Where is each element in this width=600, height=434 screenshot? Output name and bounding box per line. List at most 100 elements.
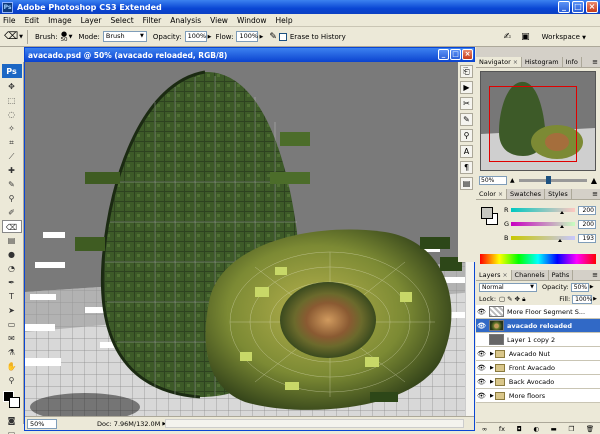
- shape-tool-icon[interactable]: ▭: [2, 318, 22, 331]
- paragraph-panel-icon[interactable]: ¶: [460, 161, 473, 174]
- photoshop-app-icon[interactable]: Ps: [2, 1, 13, 13]
- mode-select[interactable]: Brush ▼: [102, 31, 147, 42]
- lasso-tool-icon[interactable]: ◌: [2, 108, 22, 121]
- tool-presets-icon[interactable]: ✂: [460, 97, 473, 110]
- gradient-tool-icon[interactable]: ▤: [2, 234, 22, 247]
- layer-comps-icon[interactable]: ▤: [460, 177, 473, 190]
- brush-tool-icon[interactable]: ✎: [2, 178, 22, 191]
- tab-styles[interactable]: Styles: [545, 189, 572, 199]
- photoshop-logo[interactable]: Ps: [1, 64, 22, 78]
- flow-field[interactable]: 100%: [236, 31, 259, 42]
- navigator-zoom-field[interactable]: 50%: [479, 175, 507, 185]
- opacity-field[interactable]: 100%: [184, 31, 207, 42]
- layer-row[interactable]: Layer 1 copy 2: [476, 333, 600, 347]
- type-tool-icon[interactable]: T: [2, 290, 22, 303]
- new-layer-icon[interactable]: ❐: [568, 425, 574, 433]
- color-swatches[interactable]: [0, 391, 23, 413]
- channel-b-value[interactable]: 193: [578, 233, 596, 243]
- menu-analysis[interactable]: Analysis: [170, 16, 201, 25]
- clone-source-icon[interactable]: ⚲: [460, 129, 473, 142]
- crop-tool-icon[interactable]: ⌗: [2, 136, 22, 149]
- path-selection-tool-icon[interactable]: ➤: [2, 304, 22, 317]
- blur-tool-icon[interactable]: ●: [2, 248, 22, 261]
- channel-r-value[interactable]: 200: [578, 205, 596, 215]
- horizontal-scrollbar[interactable]: [165, 419, 464, 428]
- doc-minimize-icon[interactable]: _: [438, 49, 449, 60]
- image-canvas[interactable]: [25, 62, 474, 418]
- close-icon[interactable]: ×: [498, 191, 503, 198]
- panel-menu-icon[interactable]: ≡: [592, 190, 598, 198]
- zoom-slider[interactable]: [518, 175, 587, 184]
- hand-tool-icon[interactable]: ✋: [2, 360, 22, 373]
- channel-g-thumb[interactable]: [559, 225, 564, 228]
- menu-image[interactable]: Image: [48, 16, 72, 25]
- panel-dock-header[interactable]: [476, 47, 600, 57]
- marquee-tool-icon[interactable]: ⬚: [2, 94, 22, 107]
- doc-maximize-icon[interactable]: □: [450, 49, 461, 60]
- brush-picker[interactable]: ● 50: [61, 30, 68, 43]
- layer-style-icon[interactable]: fx: [499, 425, 505, 433]
- blend-mode-select[interactable]: Normal ▼: [479, 282, 537, 292]
- minimize-icon[interactable]: _: [558, 1, 570, 13]
- slice-tool-icon[interactable]: ⟋: [2, 150, 22, 163]
- tab-color[interactable]: Color ×: [476, 189, 508, 199]
- visibility-eye-icon[interactable]: 👁︎: [476, 364, 487, 372]
- eraser-tool-icon[interactable]: ⌫: [1, 220, 22, 233]
- link-layers-icon[interactable]: ∞: [482, 425, 487, 433]
- lock-image-icon[interactable]: ✎: [507, 295, 512, 303]
- color-foreground-swatch[interactable]: [481, 207, 493, 219]
- quick-mask-icon[interactable]: ◙: [2, 414, 22, 427]
- layer-group-row[interactable]: 👁︎ ▶ Back Avocado: [476, 375, 600, 389]
- lock-all-icon[interactable]: 🔒︎: [522, 295, 525, 304]
- channel-b-slider[interactable]: [511, 236, 575, 242]
- color-spectrum-bar[interactable]: [480, 254, 596, 264]
- visibility-eye-icon[interactable]: 👁︎: [476, 308, 487, 316]
- tab-swatches[interactable]: Swatches: [507, 189, 546, 199]
- layer-opacity-arrow-icon[interactable]: ▶: [590, 284, 594, 290]
- layer-row[interactable]: 👁︎ avacado reloaded: [476, 319, 600, 333]
- expand-arrow-icon[interactable]: ▶: [490, 393, 494, 399]
- actions-panel-icon[interactable]: ▶: [460, 81, 473, 94]
- workspace-button[interactable]: Workspace ▼: [542, 33, 586, 41]
- visibility-eye-icon[interactable]: 👁︎: [476, 392, 487, 400]
- visibility-eye-icon[interactable]: 👁︎: [476, 378, 487, 386]
- channel-g-value[interactable]: 200: [578, 219, 596, 229]
- zoom-slider-thumb[interactable]: [545, 175, 551, 184]
- zoom-tool-icon[interactable]: ⚲: [2, 374, 22, 387]
- tab-paths[interactable]: Paths: [549, 270, 574, 280]
- eyedropper-tool-icon[interactable]: ⚗: [2, 346, 22, 359]
- close-icon[interactable]: ×: [503, 272, 508, 279]
- move-tool-icon[interactable]: ✥: [2, 80, 22, 93]
- expand-arrow-icon[interactable]: ▶: [490, 351, 494, 357]
- tab-channels[interactable]: Channels: [512, 270, 549, 280]
- tool-preset-dropdown-icon[interactable]: ▼: [19, 34, 23, 40]
- navigator-preview[interactable]: [480, 71, 596, 171]
- healing-brush-tool-icon[interactable]: ✚: [2, 164, 22, 177]
- visibility-eye-icon[interactable]: 👁︎: [476, 322, 487, 330]
- layer-fill-field[interactable]: 100%: [572, 294, 592, 304]
- doc-zoom-field[interactable]: 50%: [27, 418, 57, 429]
- tab-layers[interactable]: Layers ×: [476, 270, 512, 280]
- layer-group-row[interactable]: 👁︎ ▶ Avacado Nut: [476, 347, 600, 361]
- maximize-icon[interactable]: □: [572, 1, 584, 13]
- navigator-view-box[interactable]: [489, 86, 577, 162]
- menu-view[interactable]: View: [210, 16, 228, 25]
- menu-layer[interactable]: Layer: [81, 16, 102, 25]
- close-icon[interactable]: ×: [513, 59, 518, 66]
- zoom-in-icon[interactable]: ▲: [591, 176, 597, 185]
- visibility-eye-icon[interactable]: 👁︎: [476, 350, 487, 358]
- menu-edit[interactable]: Edit: [25, 16, 40, 25]
- tab-navigator[interactable]: Navigator ×: [476, 57, 522, 67]
- airbrush-icon[interactable]: ✎: [269, 32, 277, 42]
- dodge-tool-icon[interactable]: ◔: [2, 262, 22, 275]
- zoom-out-icon[interactable]: ▲: [510, 177, 515, 184]
- menu-help[interactable]: Help: [276, 16, 293, 25]
- channel-g-slider[interactable]: [511, 222, 575, 228]
- doc-size-info[interactable]: Doc: 7.96M/132.0M: [97, 420, 160, 428]
- panel-menu-icon[interactable]: ≡: [592, 58, 598, 66]
- menu-select[interactable]: Select: [111, 16, 134, 25]
- layer-row[interactable]: 👁︎ More Floor Segment S...: [476, 305, 600, 319]
- tab-info[interactable]: Info: [563, 57, 582, 67]
- history-panel-icon[interactable]: ⎗: [460, 65, 473, 78]
- close-icon[interactable]: ×: [586, 1, 598, 13]
